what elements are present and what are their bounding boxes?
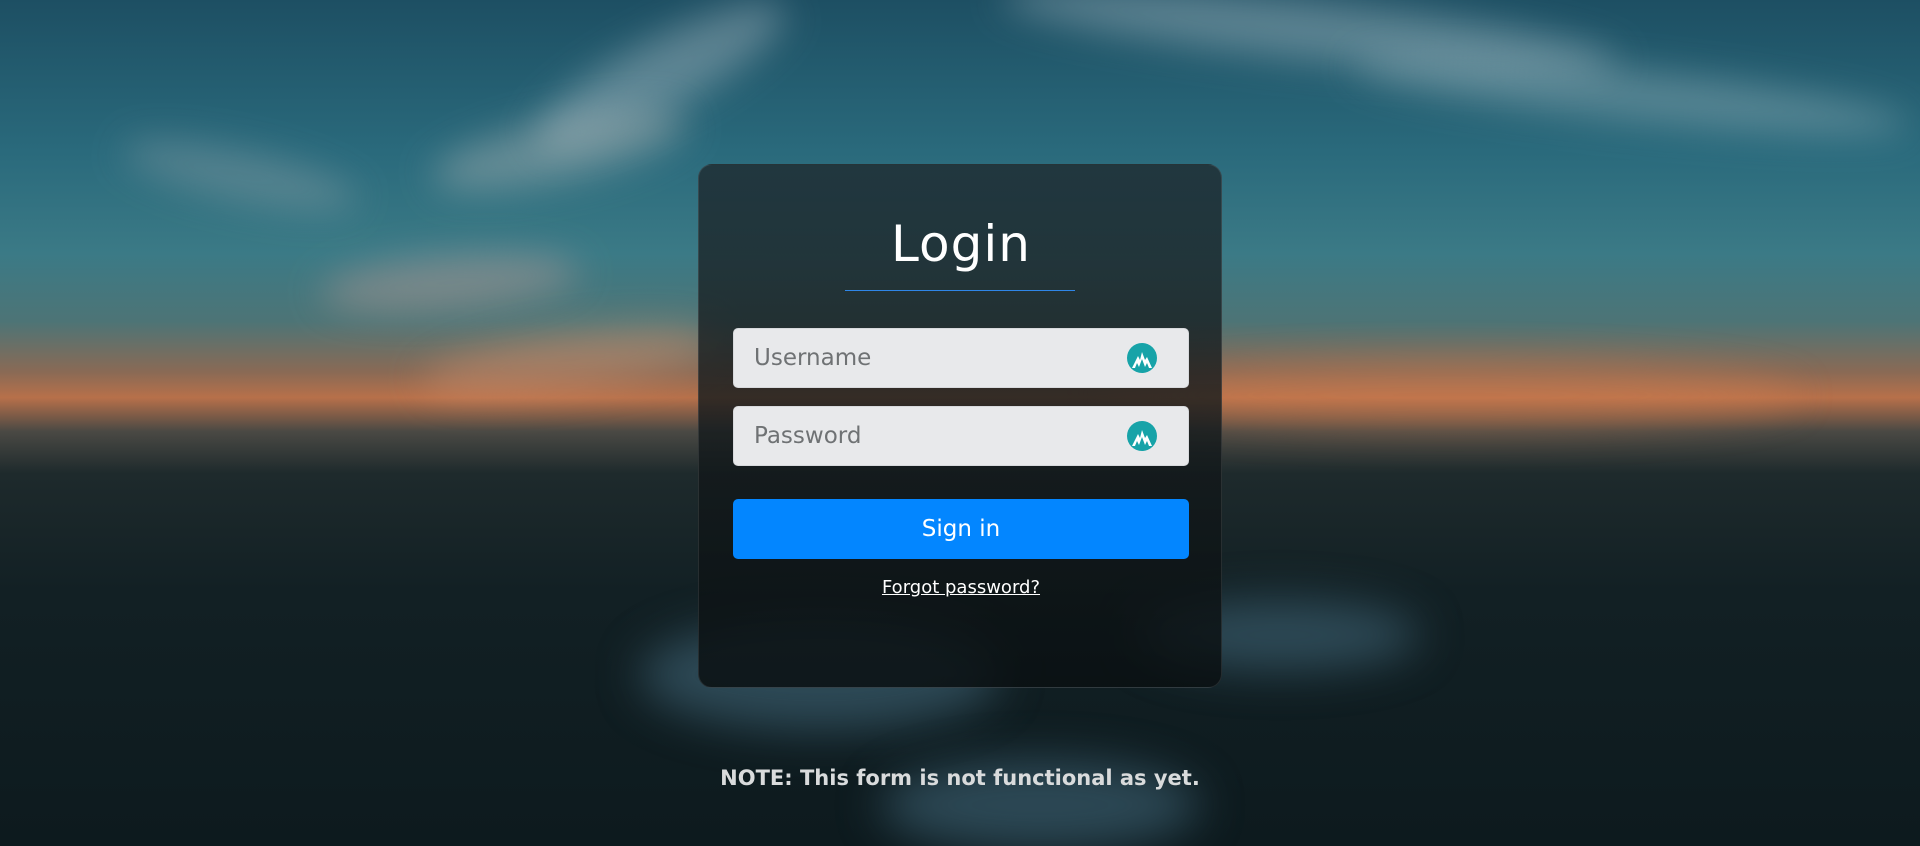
cloud xyxy=(1348,40,1912,150)
cloud xyxy=(117,125,363,225)
cloud xyxy=(417,309,723,411)
login-card: Login Sign in Forgot password? xyxy=(698,164,1222,688)
login-title: Login xyxy=(891,215,1031,273)
cloud xyxy=(318,243,582,322)
password-manager-icon[interactable] xyxy=(1126,420,1158,452)
form-note: NOTE: This form is not functional as yet… xyxy=(720,766,1200,790)
forgot-password-link[interactable]: Forgot password? xyxy=(699,577,1223,598)
username-input[interactable] xyxy=(734,329,1126,387)
password-field[interactable] xyxy=(733,406,1189,466)
password-input[interactable] xyxy=(734,407,1126,465)
username-field[interactable] xyxy=(733,328,1189,388)
title-underline xyxy=(845,290,1075,291)
sign-in-button[interactable]: Sign in xyxy=(733,499,1189,559)
password-manager-icon[interactable] xyxy=(1126,342,1158,374)
